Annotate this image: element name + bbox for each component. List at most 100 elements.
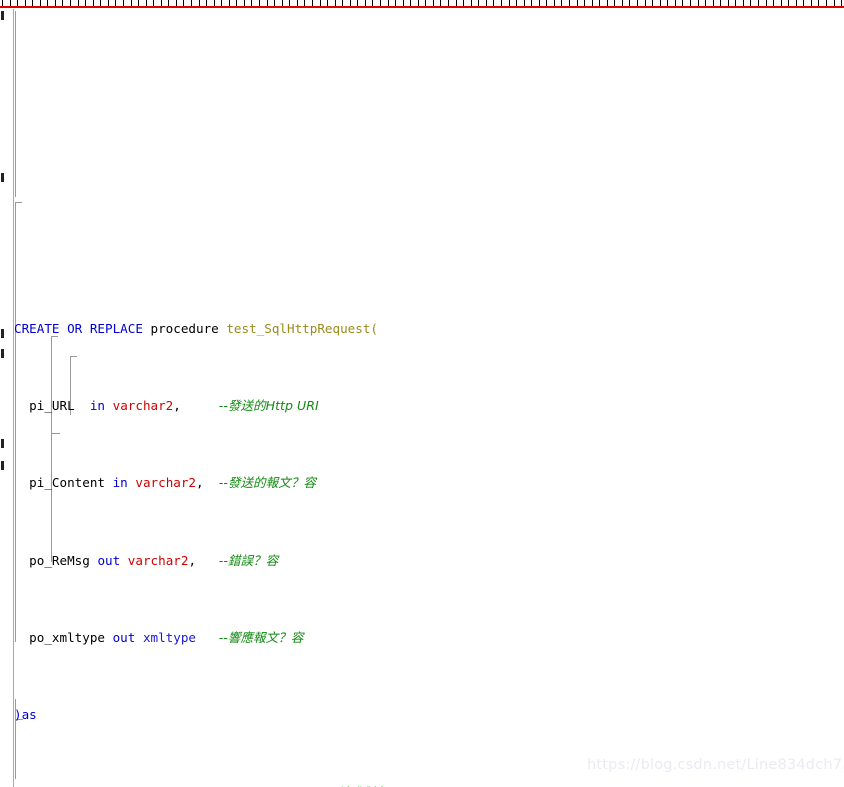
code-editor-window: CREATE OR REPLACE procedure test_SqlHttp…: [0, 0, 844, 787]
ruler-tick: [516, 0, 517, 6]
ruler-tick: [55, 0, 56, 6]
ruler-tick: [652, 0, 653, 6]
ruler-tick: [554, 0, 555, 6]
ruler-tick: [743, 0, 744, 6]
gutter-marker[interactable]: [1, 439, 4, 448]
ruler-tick: [32, 0, 33, 6]
fold-rail-begin: [15, 202, 16, 642]
ruler-tick: [645, 0, 646, 6]
ruler-tick: [327, 0, 328, 6]
gutter-marker[interactable]: [1, 173, 4, 182]
ruler-tick: [524, 0, 525, 6]
ruler-tick: [289, 0, 290, 6]
gutter-marker[interactable]: [1, 461, 4, 470]
ruler-tick: [584, 0, 585, 6]
ruler-tick: [577, 0, 578, 6]
ruler-tick: [766, 0, 767, 6]
fold-rail-inner-begin: [51, 336, 52, 562]
ruler-tick: [2, 0, 3, 6]
ruler-tick: [214, 0, 215, 6]
ruler-tick: [728, 0, 729, 6]
code-line[interactable]: CREATE OR REPLACE procedure test_SqlHttp…: [14, 319, 844, 338]
ruler-tick: [561, 0, 562, 6]
gutter-marker[interactable]: [1, 11, 4, 20]
ruler-tick: [720, 0, 721, 6]
ruler-tick: [251, 0, 252, 6]
ruler-tick: [501, 0, 502, 6]
fold-rail-loop-cap: [70, 356, 77, 357]
ruler-tick: [131, 0, 132, 6]
ruler-tick: [244, 0, 245, 6]
ruler-tick: [471, 0, 472, 6]
ruler-tick: [803, 0, 804, 6]
ruler-tick: [365, 0, 366, 6]
ruler-tick: [629, 0, 630, 6]
ruler-tick: [274, 0, 275, 6]
ruler-tick: [350, 0, 351, 6]
ruler-tick: [682, 0, 683, 6]
ruler-tick: [221, 0, 222, 6]
ruler-tick: [259, 0, 260, 6]
ruler-tick: [750, 0, 751, 6]
gutter-marker[interactable]: [1, 329, 4, 338]
fold-rail-begin-cap: [15, 202, 22, 203]
ruler-tick: [304, 0, 305, 6]
ruler-tick: [153, 0, 154, 6]
ruler-tick: [123, 0, 124, 6]
ruler-tick: [456, 0, 457, 6]
ruler-tick: [569, 0, 570, 6]
ruler-tick: [448, 0, 449, 6]
code-line[interactable]: po_ReMsg out varchar2, --錯誤？容: [14, 551, 844, 570]
ruler-tick: [115, 0, 116, 6]
ruler-tick: [463, 0, 464, 6]
ruler-tick: [403, 0, 404, 6]
ruler-tick: [78, 0, 79, 6]
ruler-tick: [342, 0, 343, 6]
ruler-tick: [199, 0, 200, 6]
fold-rail-exception-cap: [51, 433, 60, 434]
ruler-tick: [17, 0, 18, 6]
ruler-tick: [841, 0, 842, 6]
code-area[interactable]: CREATE OR REPLACE procedure test_SqlHttp…: [14, 9, 844, 787]
ruler-tick: [40, 0, 41, 6]
editor-gutter[interactable]: [0, 9, 14, 787]
ruler-tick: [183, 0, 184, 6]
ruler-tick: [818, 0, 819, 6]
ruler-tick: [690, 0, 691, 6]
code-line[interactable]: po_xmltype out xmltype --響應報文？容: [14, 628, 844, 647]
code-line[interactable]: pi_URL in varchar2, --發送的Http URI: [14, 396, 844, 415]
ruler-tick: [395, 0, 396, 6]
ruler-tick: [622, 0, 623, 6]
ruler-tick: [735, 0, 736, 6]
ruler-tick: [85, 0, 86, 6]
ruler-tick: [100, 0, 101, 6]
ruler-tick: [773, 0, 774, 6]
ruler-tick: [781, 0, 782, 6]
ruler-tick: [592, 0, 593, 6]
ruler-tick: [236, 0, 237, 6]
gutter-marker[interactable]: [1, 349, 4, 358]
code-line[interactable]: obj_http_req UTL_HTTP.REQ; --http請求對象: [14, 783, 844, 787]
code-line[interactable]: )as: [14, 705, 844, 724]
ruler-tick: [410, 0, 411, 6]
ruler-tick: [146, 0, 147, 6]
ruler-tick: [206, 0, 207, 6]
ruler-tick: [486, 0, 487, 6]
fold-rail-outer: [15, 11, 16, 197]
ruler-tick: [834, 0, 835, 6]
ruler-tick: [478, 0, 479, 6]
ruler-tick: [758, 0, 759, 6]
ruler-tick: [826, 0, 827, 6]
ruler-tick: [372, 0, 373, 6]
ruler-tick: [440, 0, 441, 6]
ruler-tick: [796, 0, 797, 6]
ruler-tick: [599, 0, 600, 6]
ruler-tick: [62, 0, 63, 6]
code-line[interactable]: pi_Content in varchar2, --發送的報文？容: [14, 473, 844, 492]
ruler-tick: [357, 0, 358, 6]
ruler-tick: [335, 0, 336, 6]
horizontal-ruler: [0, 0, 844, 9]
ruler-tick: [660, 0, 661, 6]
ruler-tick: [811, 0, 812, 6]
ruler-tick: [229, 0, 230, 6]
